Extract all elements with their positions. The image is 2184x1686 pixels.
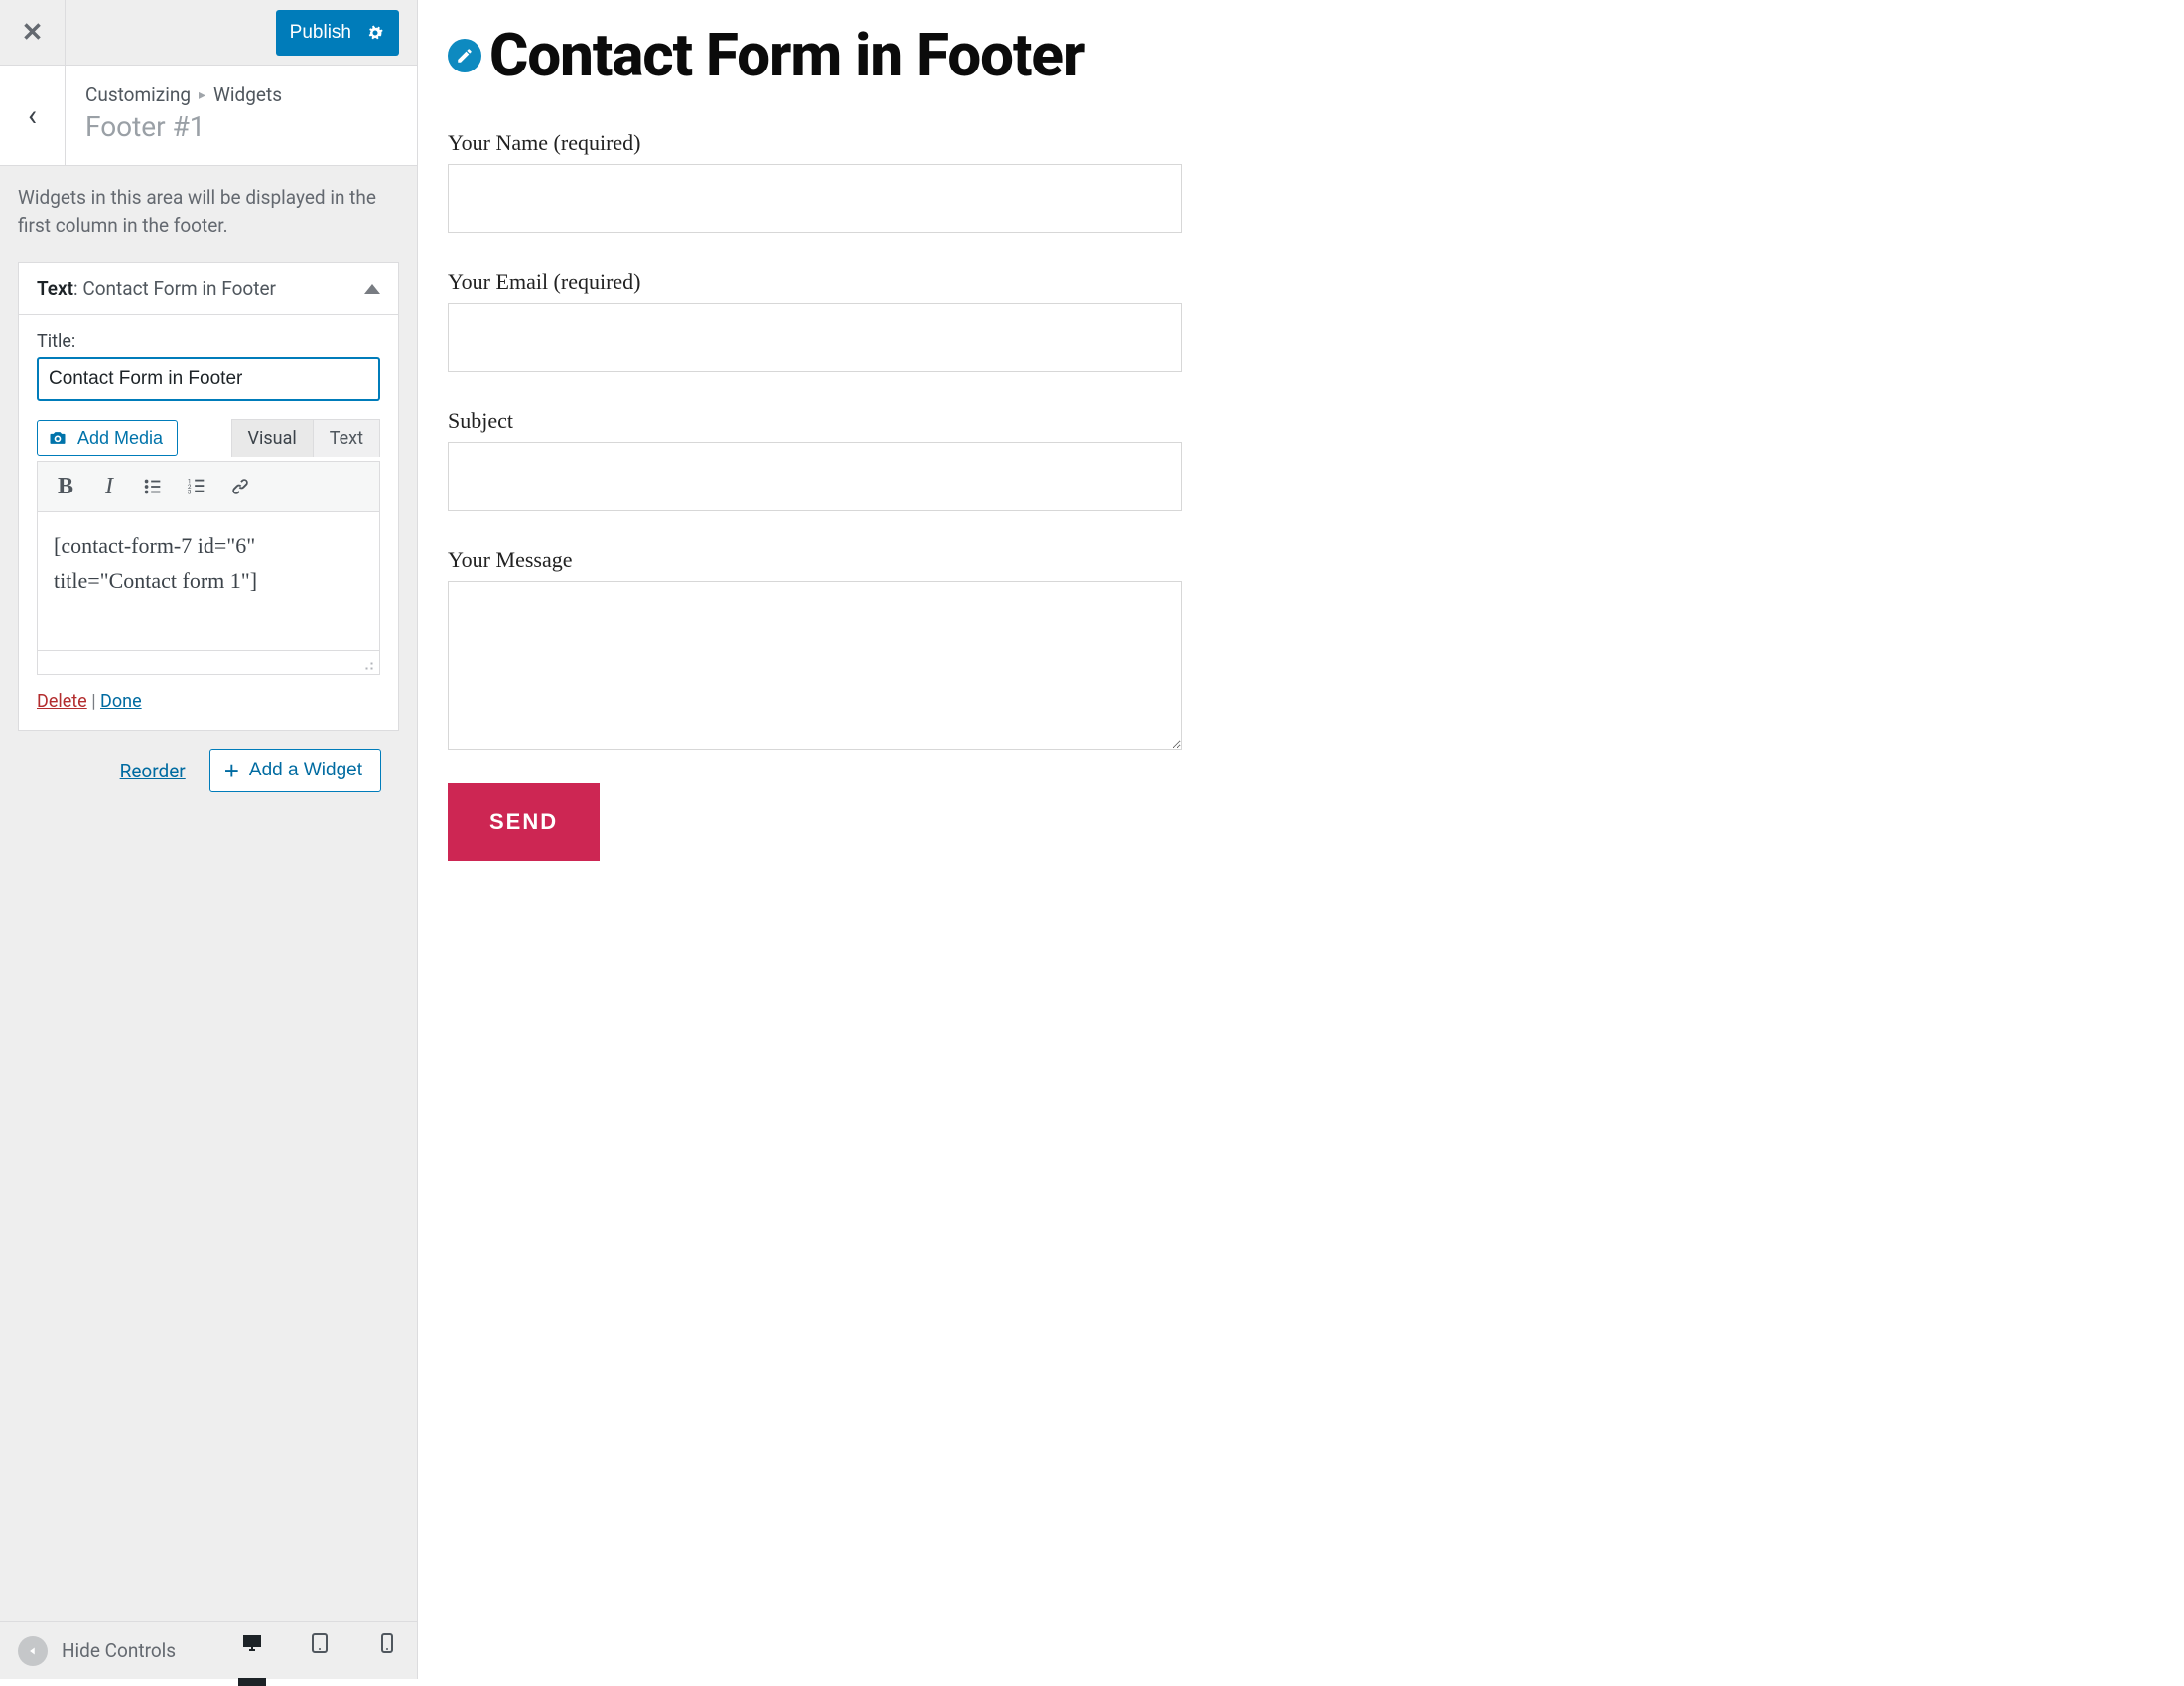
customizer-footer: Hide Controls — [0, 1621, 417, 1679]
add-widget-button[interactable]: + Add a Widget — [209, 749, 381, 792]
section-title: Footer #1 — [85, 110, 397, 143]
page-title: Contact Form in Footer — [489, 20, 1084, 90]
pencil-icon — [456, 47, 474, 65]
triangle-left-icon — [26, 1644, 40, 1658]
title-field-label: Title: — [37, 331, 380, 351]
contact-form: Your Name (required) Your Email (require… — [448, 130, 1182, 861]
edit-shortcut-button[interactable] — [448, 39, 481, 72]
editor-mode-tabs: Visual Text — [232, 419, 380, 457]
link-button[interactable] — [222, 469, 258, 504]
link-icon — [229, 476, 251, 497]
bold-icon: B — [58, 474, 73, 500]
mobile-icon — [375, 1631, 399, 1655]
camera-icon — [48, 428, 68, 448]
tablet-icon — [308, 1631, 332, 1655]
subject-label: Subject — [448, 408, 1182, 434]
widget-colon: : — [73, 277, 82, 300]
close-icon: ✕ — [22, 18, 44, 48]
publish-button[interactable]: Publish — [276, 10, 399, 56]
hide-controls-label[interactable]: Hide Controls — [62, 1639, 176, 1662]
subject-input[interactable] — [448, 442, 1182, 511]
publish-label: Publish — [290, 22, 351, 44]
grip-icon — [359, 656, 373, 670]
bullet-list-icon — [142, 476, 164, 497]
email-input[interactable] — [448, 303, 1182, 372]
chevron-right-icon: ▸ — [199, 87, 205, 103]
close-customizer-button[interactable]: ✕ — [0, 0, 66, 66]
widget-title-input[interactable] — [37, 357, 380, 401]
editor-resize-handle[interactable] — [37, 651, 380, 675]
breadcrumb-root: Customizing — [85, 83, 191, 106]
tab-text[interactable]: Text — [313, 419, 380, 457]
back-button[interactable]: ‹ — [0, 66, 66, 165]
send-button[interactable]: SEND — [448, 783, 600, 861]
collapse-controls-button[interactable] — [18, 1636, 48, 1666]
separator: | — [91, 691, 100, 712]
chevron-left-icon: ‹ — [28, 98, 37, 133]
editor-toolbar: B I 123 — [37, 461, 380, 512]
widget-type-label: Text — [37, 277, 73, 300]
add-media-button[interactable]: Add Media — [37, 420, 178, 456]
reorder-link[interactable]: Reorder — [120, 760, 186, 782]
italic-button[interactable]: I — [91, 469, 127, 504]
customizer-header: ✕ Publish — [0, 0, 417, 66]
add-media-label: Add Media — [77, 428, 163, 449]
tab-visual[interactable]: Visual — [231, 419, 314, 457]
svg-text:3: 3 — [188, 488, 192, 495]
italic-icon: I — [105, 474, 113, 500]
device-desktop-button[interactable] — [240, 1631, 264, 1670]
widget-name: Contact Form in Footer — [82, 277, 276, 300]
delete-widget-link[interactable]: Delete — [37, 691, 87, 712]
device-mobile-button[interactable] — [375, 1631, 399, 1670]
email-label: Your Email (required) — [448, 269, 1182, 295]
numbered-list-button[interactable]: 123 — [179, 469, 214, 504]
section-description: Widgets in this area will be displayed i… — [18, 184, 399, 240]
section-header: ‹ Customizing ▸ Widgets Footer #1 — [0, 66, 417, 166]
bold-button[interactable]: B — [48, 469, 83, 504]
breadcrumb-item[interactable]: Widgets — [213, 83, 282, 106]
done-link[interactable]: Done — [100, 691, 142, 712]
widget-toggle[interactable]: Text: Contact Form in Footer — [19, 263, 398, 315]
message-label: Your Message — [448, 547, 1182, 573]
caret-up-icon — [364, 284, 380, 294]
message-textarea[interactable] — [448, 581, 1182, 750]
customizer-panel: ✕ Publish ‹ Customizing ▸ Widgets Footer… — [0, 0, 418, 1679]
device-tablet-button[interactable] — [308, 1631, 332, 1670]
desktop-icon — [240, 1631, 264, 1655]
name-input[interactable] — [448, 164, 1182, 233]
preview-pane: Contact Form in Footer Your Name (requir… — [418, 0, 2184, 1679]
widget-panel: Text: Contact Form in Footer Title: Add … — [18, 262, 399, 731]
plus-icon: + — [224, 758, 239, 783]
name-label: Your Name (required) — [448, 130, 1182, 156]
bullet-list-button[interactable] — [135, 469, 171, 504]
add-widget-label: Add a Widget — [249, 760, 362, 781]
gear-icon — [365, 23, 385, 43]
numbered-list-icon: 123 — [186, 476, 207, 497]
editor-content[interactable]: [contact-form-7 id="6" title="Contact fo… — [37, 512, 380, 651]
